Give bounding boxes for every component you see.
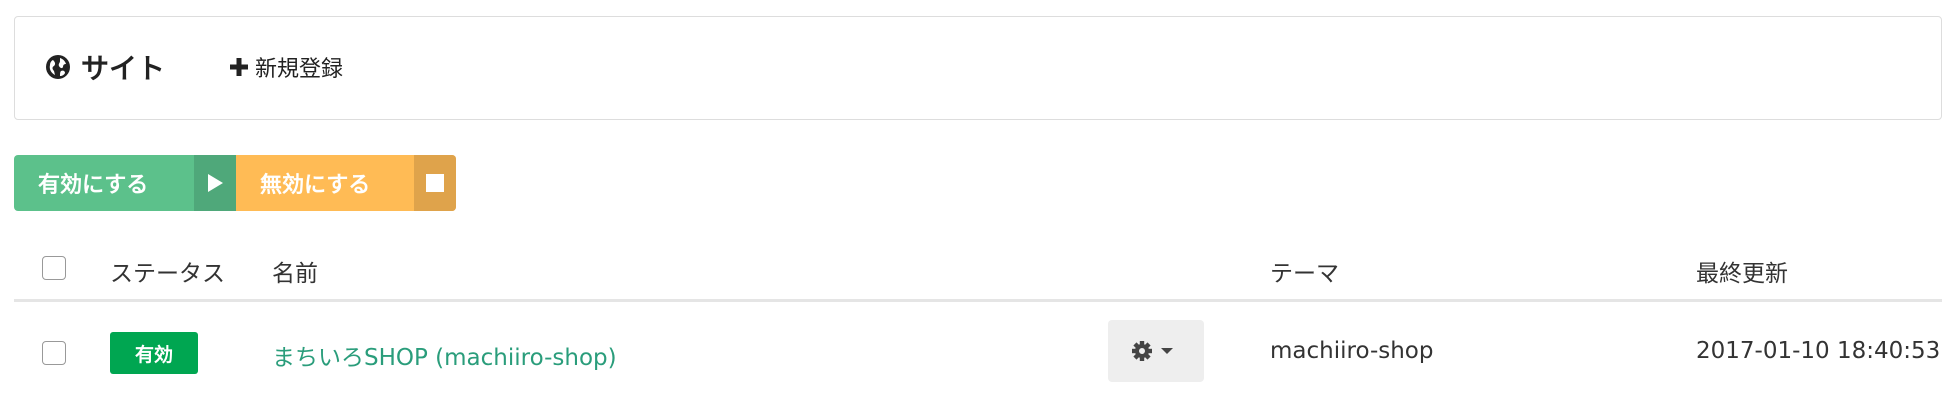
- column-name: 名前: [272, 261, 318, 287]
- status-badge: 有効: [110, 332, 198, 374]
- play-icon: [194, 155, 236, 211]
- table-header: ステータス 名前 テーマ 最終更新: [14, 238, 1942, 302]
- new-registration-link[interactable]: 新規登録: [229, 51, 343, 83]
- enable-button[interactable]: 有効にする: [14, 155, 236, 211]
- disable-button-label: 無効にする: [260, 173, 371, 198]
- enable-button-label: 有効にする: [38, 173, 149, 198]
- row-settings-dropdown[interactable]: [1108, 320, 1204, 382]
- page-title-text: サイト: [81, 52, 166, 85]
- gear-icon: [1132, 341, 1173, 361]
- chevron-down-icon: [1161, 348, 1173, 354]
- table-row: 有効 まちいろSHOP (machiiro-shop) machiiro-sho…: [14, 302, 1942, 402]
- disable-button[interactable]: 無効にする: [236, 155, 456, 211]
- updated-cell: 2017-01-10 18:40:53: [1696, 338, 1941, 364]
- select-all-checkbox[interactable]: [42, 256, 66, 280]
- bulk-action-group: 有効にする 無効にする: [14, 155, 456, 211]
- sites-table: ステータス 名前 テーマ 最終更新 有効 まちいろSHOP (machiiro-…: [14, 238, 1942, 402]
- page-title: サイト: [45, 49, 165, 85]
- new-registration-label: 新規登録: [255, 57, 344, 82]
- plus-icon: [230, 58, 248, 76]
- column-status: ステータス: [110, 261, 225, 287]
- column-theme: テーマ: [1270, 261, 1339, 287]
- site-name-link[interactable]: まちいろSHOP (machiiro-shop): [272, 345, 617, 371]
- theme-cell: machiiro-shop: [1270, 338, 1434, 364]
- row-checkbox[interactable]: [42, 341, 66, 365]
- stop-icon: [414, 155, 456, 211]
- column-updated: 最終更新: [1696, 261, 1788, 287]
- globe-icon: [46, 55, 70, 79]
- page-header: サイト 新規登録: [14, 16, 1942, 120]
